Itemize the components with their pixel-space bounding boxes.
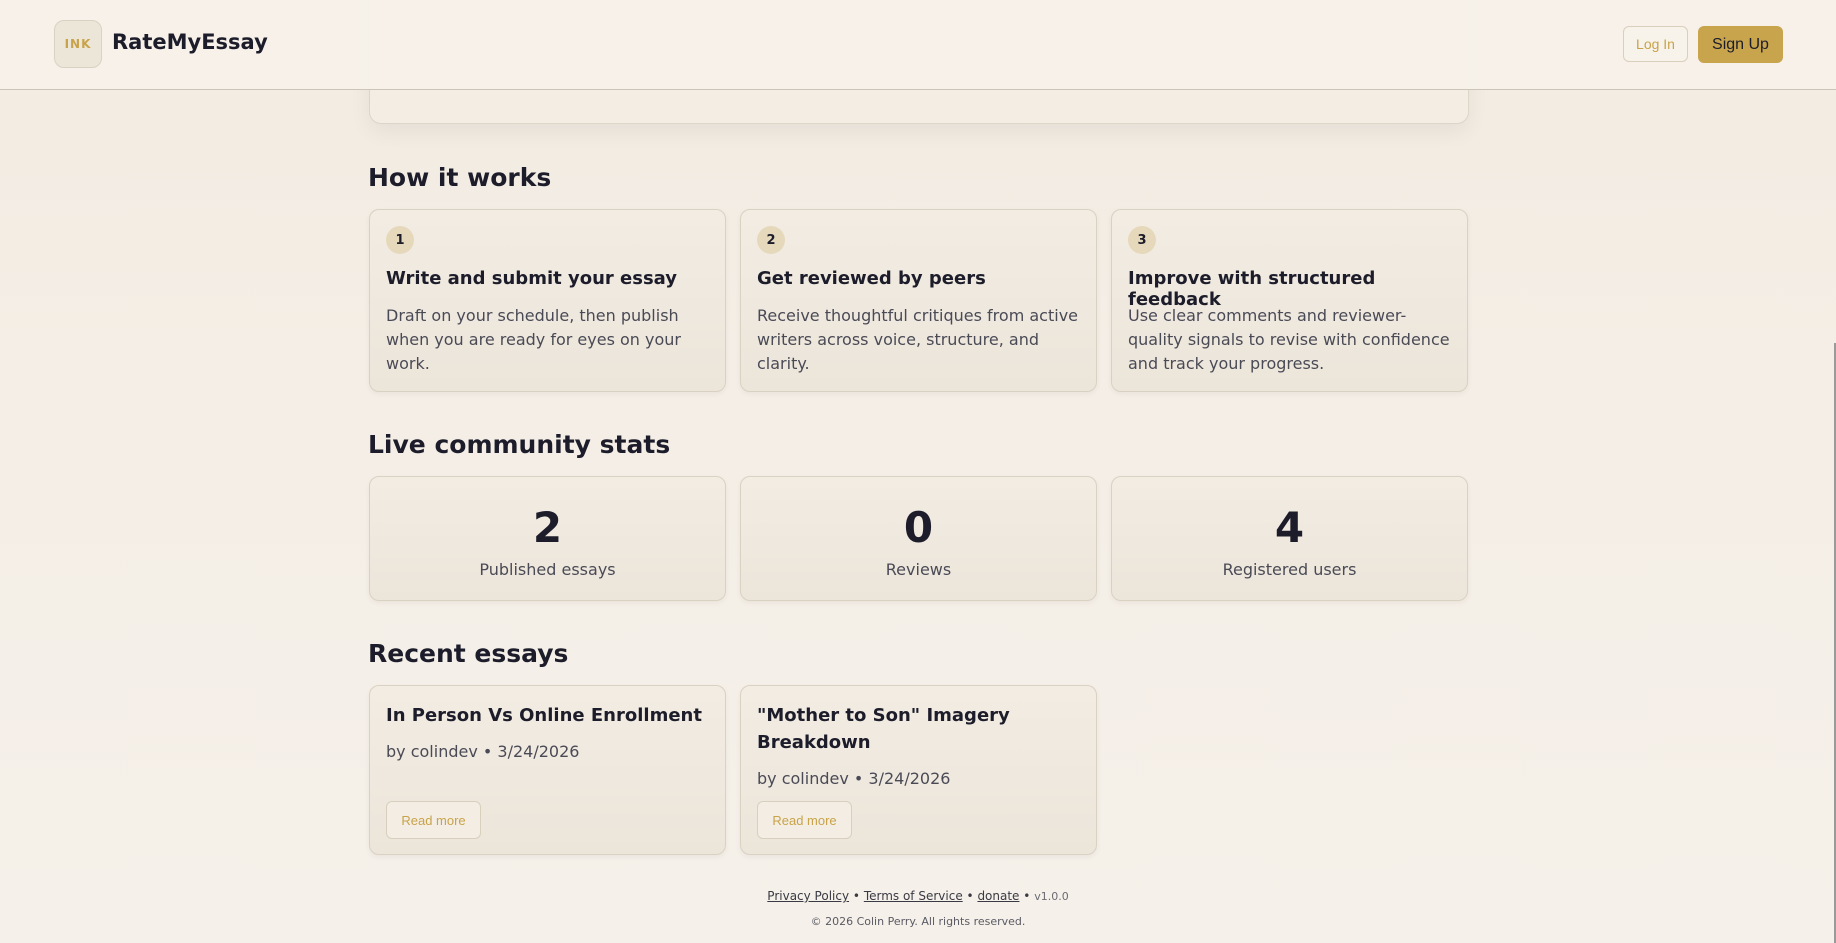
stat-value: 0 [903, 503, 934, 552]
essay-meta: by colindev • 3/24/2026 [386, 742, 580, 761]
step-description: Receive thoughtful critiques from active… [757, 306, 1078, 373]
brand-name[interactable]: RateMyEssay [112, 30, 268, 54]
site-header: INK RateMyEssay Log In Sign Up [0, 0, 1836, 90]
privacy-policy-link[interactable]: Privacy Policy [767, 889, 849, 903]
stat-label: Registered users [1222, 560, 1357, 579]
signup-button[interactable]: Sign Up [1698, 26, 1783, 63]
essay-title[interactable]: In Person Vs Online Enrollment [386, 702, 716, 729]
separator: • [852, 889, 860, 903]
step-card: 3 Improve with structured feedback Use c… [1111, 209, 1468, 392]
essay-meta: by colindev • 3/24/2026 [757, 769, 951, 788]
donate-link[interactable]: donate [977, 889, 1019, 903]
recent-essays-title: Recent essays [368, 639, 569, 668]
stat-label: Reviews [885, 560, 952, 579]
read-more-button[interactable]: Read more [757, 801, 852, 839]
login-button[interactable]: Log In [1623, 26, 1688, 62]
step-title: Write and submit your essay [386, 268, 678, 289]
logo[interactable]: INK [54, 20, 102, 68]
version-label: v1.0.0 [1034, 890, 1069, 903]
step-card: 1 Write and submit your essay Draft on y… [369, 209, 726, 392]
copyright-text: © 2026 Colin Perry. All rights reserved. [810, 915, 1026, 928]
step-number-badge: 2 [757, 226, 785, 254]
essay-card[interactable]: "Mother to Son" Imagery Breakdown by col… [740, 685, 1097, 855]
stat-card: 2 Published essays [369, 476, 726, 601]
terms-of-service-link[interactable]: Terms of Service [864, 889, 963, 903]
essay-card[interactable]: In Person Vs Online Enrollment by colind… [369, 685, 726, 855]
stat-label: Published essays [479, 560, 616, 579]
stat-value: 4 [1274, 503, 1305, 552]
read-more-button[interactable]: Read more [386, 801, 481, 839]
step-description: Draft on your schedule, then publish whe… [386, 306, 681, 373]
separator: • [1023, 889, 1031, 903]
stat-card: 4 Registered users [1111, 476, 1468, 601]
step-description: Use clear comments and reviewer-quality … [1128, 306, 1450, 373]
step-number-badge: 1 [386, 226, 414, 254]
step-card: 2 Get reviewed by peers Receive thoughtf… [740, 209, 1097, 392]
stat-card: 0 Reviews [740, 476, 1097, 601]
footer-links: Privacy Policy • Terms of Service • dona… [0, 889, 1836, 903]
step-number-badge: 3 [1128, 226, 1156, 254]
essay-title[interactable]: "Mother to Son" Imagery Breakdown [757, 702, 1087, 756]
logo-text: INK [64, 37, 92, 51]
stats-title: Live community stats [368, 430, 671, 459]
how-it-works-title: How it works [368, 163, 552, 192]
separator: • [966, 889, 974, 903]
step-title: Get reviewed by peers [757, 268, 986, 289]
stat-value: 2 [532, 503, 563, 552]
